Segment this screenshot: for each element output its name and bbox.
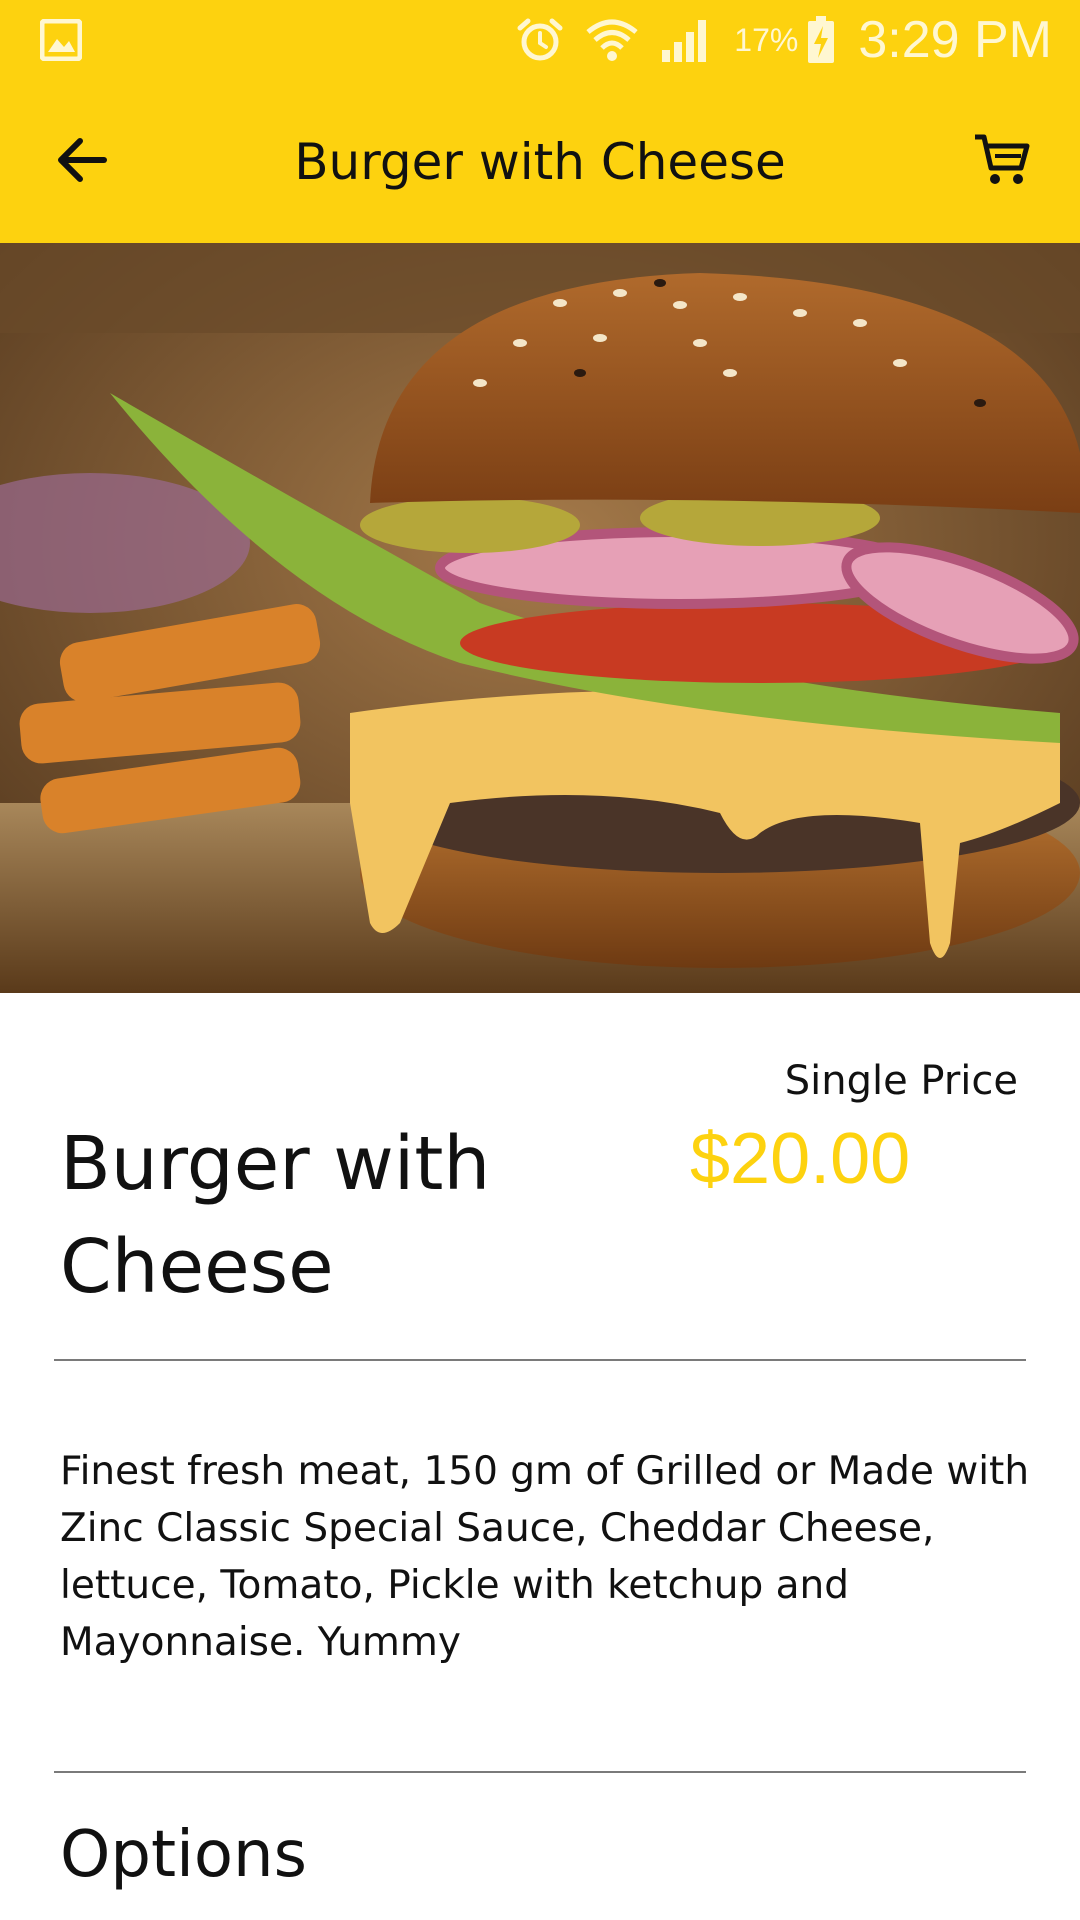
wifi-icon [586, 16, 638, 64]
app-bar: Burger with Cheese [0, 80, 1080, 243]
status-time: 3:29 PM [858, 11, 1052, 69]
cart-button[interactable] [964, 124, 1040, 200]
product-description: Finest fresh meat, 150 gm of Grilled or … [60, 1449, 1030, 1665]
options-heading: Options [60, 1818, 307, 1892]
back-button[interactable] [44, 124, 120, 200]
product-price: $20.00 [690, 1119, 911, 1199]
product-image [0, 243, 1080, 993]
price-label: Single Price [784, 1058, 1018, 1104]
signal-icon [660, 16, 712, 64]
divider [54, 1359, 1026, 1361]
battery-charging-icon [806, 16, 836, 64]
page-title: Burger with Cheese [294, 132, 786, 191]
gallery-notification-icon [40, 19, 82, 61]
battery-percent: 17% [734, 21, 799, 58]
divider [54, 1771, 1026, 1773]
alarm-icon [516, 16, 564, 64]
status-bar: 17% 3:29 PM [0, 0, 1080, 80]
cart-icon [973, 132, 1031, 192]
arrow-left-icon [56, 136, 108, 188]
product-name: Burger with Cheese [60, 1121, 491, 1310]
